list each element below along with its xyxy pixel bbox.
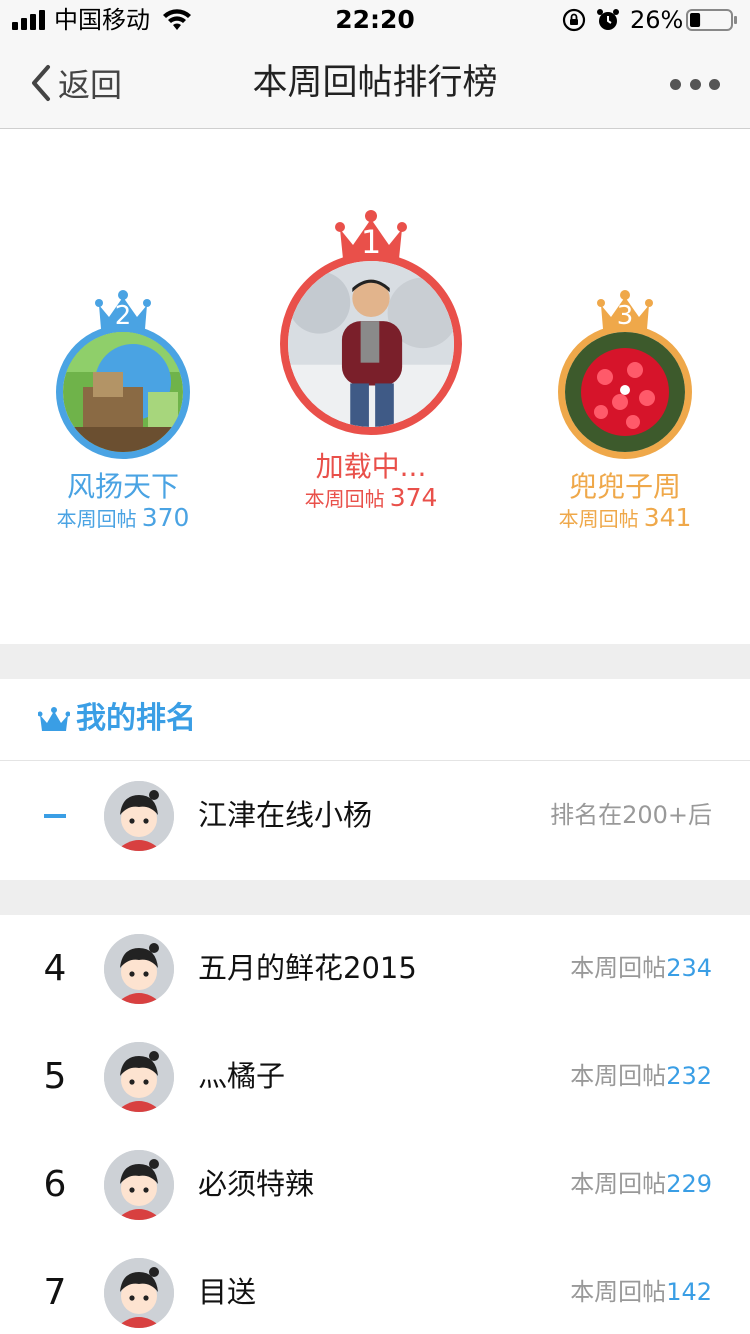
user-name: 江津在线小杨: [198, 798, 373, 832]
my-rank-row[interactable]: 江津在线小杨 排名在200+后: [0, 762, 750, 870]
cartoon-avatar: [104, 1258, 174, 1328]
avatar[interactable]: [104, 1042, 174, 1112]
page-title: 本周回帖排行榜: [252, 63, 498, 103]
cartoon-avatar: [104, 1150, 174, 1220]
count-label: 本周回帖: [570, 1278, 667, 1306]
podium-name: 加载中...: [315, 450, 427, 483]
section-gap: [0, 880, 750, 915]
crown-icon: [38, 707, 70, 731]
avatar[interactable]: [558, 325, 692, 459]
reply-count: 本周回帖234: [570, 948, 712, 988]
count-value: 234: [666, 954, 712, 982]
more-icon: [670, 78, 681, 90]
rank-number: 5: [43, 1056, 67, 1097]
avatar[interactable]: [56, 325, 190, 459]
count-value: 370: [141, 503, 190, 532]
rank-number: 6: [43, 1164, 67, 1205]
rank-status: 排名在200+后: [550, 801, 712, 829]
list-item[interactable]: 6 必须特辣 本周回帖229: [0, 1131, 750, 1239]
my-rank-header: 我的排名: [0, 679, 750, 761]
podium-count: 本周回帖 374: [276, 483, 466, 512]
battery-percent: 26%: [630, 6, 684, 34]
podium-name: 风扬天下: [66, 470, 179, 503]
section-gap: [0, 644, 750, 679]
avatar-image: [288, 261, 454, 427]
count-label: 本周回帖: [558, 507, 639, 531]
avatar[interactable]: [104, 1258, 174, 1328]
count-label: 本周回帖: [56, 507, 137, 531]
cartoon-avatar: [104, 781, 174, 851]
list-item[interactable]: 5 灬橘子 本周回帖232: [0, 1023, 750, 1131]
count-value: 232: [666, 1062, 712, 1090]
count-label: 本周回帖: [304, 487, 385, 511]
reply-count: 本周回帖232: [570, 1056, 712, 1096]
reply-count: 本周回帖229: [570, 1164, 712, 1204]
rank-dash: [44, 814, 66, 818]
count-value: 374: [389, 483, 438, 512]
user-name: 目送: [198, 1275, 257, 1309]
cartoon-avatar: [104, 1042, 174, 1112]
count-value: 142: [666, 1278, 712, 1306]
alarm-icon: [597, 9, 619, 30]
list-item[interactable]: 4 五月的鲜花2015 本周回帖234: [0, 915, 750, 1023]
user-name: 必须特辣: [198, 1167, 315, 1201]
more-icon-dot: [689, 78, 701, 90]
cartoon-avatar: [104, 934, 174, 1004]
avatar-image: [565, 332, 685, 452]
list-item[interactable]: 7 目送 本周回帖142: [0, 1239, 750, 1334]
avatar[interactable]: [104, 781, 174, 851]
rank-number: 4: [43, 948, 67, 989]
count-value: 341: [643, 503, 692, 532]
my-rank-title: 我的排名: [76, 701, 196, 736]
count-value: 229: [666, 1170, 712, 1198]
podium-third[interactable]: 3 兜兜子周 本周回帖 341: [542, 289, 708, 539]
podium-count: 本周回帖 370: [40, 503, 206, 532]
avatar-image: [63, 332, 183, 452]
more-button[interactable]: [670, 70, 720, 98]
podium: 2 风扬天下 本周回帖 370 1 加载中... 本周回帖 374 3 兜兜子周…: [0, 129, 750, 644]
user-name: 五月的鲜花2015: [198, 951, 417, 985]
avatar[interactable]: [280, 253, 462, 435]
podium-count: 本周回帖 341: [542, 503, 708, 532]
nav-bar: 返回 本周回帖排行榜: [0, 40, 750, 129]
user-name: 灬橘子: [198, 1059, 286, 1093]
more-icon-dot: [709, 78, 720, 90]
rotation-lock-icon: [562, 8, 586, 32]
count-label: 本周回帖: [570, 1170, 667, 1198]
count-label: 本周回帖: [570, 954, 667, 982]
avatar[interactable]: [104, 1150, 174, 1220]
rank-number: 7: [43, 1272, 67, 1313]
reply-count: 本周回帖142: [570, 1272, 712, 1312]
avatar[interactable]: [104, 934, 174, 1004]
podium-first[interactable]: 1 加载中... 本周回帖 374: [276, 209, 466, 519]
battery-icon: [686, 9, 737, 31]
podium-second[interactable]: 2 风扬天下 本周回帖 370: [40, 289, 206, 539]
status-bar: 中国移动 22:20 26%: [0, 0, 750, 40]
podium-name: 兜兜子周: [568, 470, 681, 503]
count-label: 本周回帖: [570, 1062, 667, 1090]
